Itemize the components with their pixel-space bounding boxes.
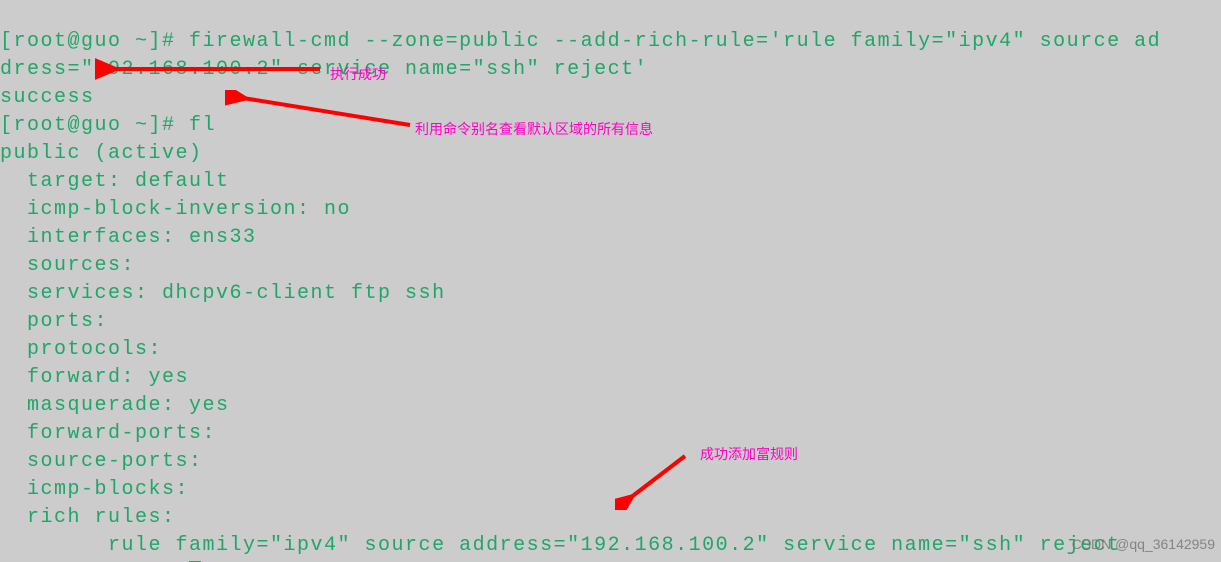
terminal-output: [root@guo ~]# firewall-cmd --zone=public… bbox=[0, 0, 1161, 562]
cmd-line-1b: dress="192.168.100.2" service name="ssh"… bbox=[0, 58, 648, 81]
annotation-alias: 利用命令别名查看默认区域的所有信息 bbox=[415, 115, 653, 143]
zone-interfaces: interfaces: ens33 bbox=[0, 226, 257, 249]
zone-sources: sources: bbox=[0, 254, 135, 277]
watermark-text: CSDN @qq_36142959 bbox=[1072, 530, 1215, 558]
zone-protocols: protocols: bbox=[0, 338, 162, 361]
cmd-line-1a: [root@guo ~]# firewall-cmd --zone=public… bbox=[0, 30, 1161, 53]
zone-ports: ports: bbox=[0, 310, 108, 333]
zone-forward-ports: forward-ports: bbox=[0, 422, 216, 445]
zone-rich-rule-entry: rule family="ipv4" source address="192.1… bbox=[0, 534, 1121, 557]
zone-source-ports: source-ports: bbox=[0, 450, 203, 473]
annotation-success: 执行成功 bbox=[330, 60, 386, 88]
zone-masquerade: masquerade: yes bbox=[0, 394, 230, 417]
zone-icmp-blocks: icmp-blocks: bbox=[0, 478, 189, 501]
cmd-line-fl: [root@guo ~]# fl bbox=[0, 114, 216, 137]
zone-forward: forward: yes bbox=[0, 366, 189, 389]
zone-target: target: default bbox=[0, 170, 230, 193]
zone-rich-rules-label: rich rules: bbox=[0, 506, 176, 529]
zone-services: services: dhcpv6-client ftp ssh bbox=[0, 282, 446, 305]
annotation-richrule: 成功添加富规则 bbox=[700, 440, 798, 468]
output-success: success bbox=[0, 86, 95, 109]
zone-icmp-block-inversion: icmp-block-inversion: no bbox=[0, 198, 351, 221]
zone-header: public (active) bbox=[0, 142, 203, 165]
